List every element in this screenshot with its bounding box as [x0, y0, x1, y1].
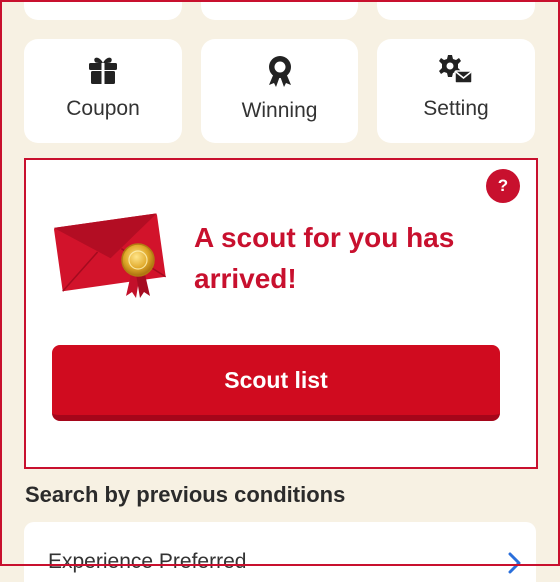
help-label: ? [497, 176, 509, 195]
winning-button[interactable]: Winning [201, 39, 358, 143]
menu-card-top-3[interactable] [377, 0, 535, 20]
help-button[interactable]: ? [486, 169, 520, 203]
scout-message: A scout for you has arrived! [194, 222, 455, 294]
setting-button[interactable]: Setting [377, 39, 535, 143]
condition-label: Experience Preferred [48, 550, 247, 573]
winning-label: Winning [241, 99, 318, 122]
gift-icon [87, 55, 119, 85]
red-envelope-seal-icon [52, 208, 172, 305]
scout-list-label: Scout list [224, 366, 328, 393]
settings-mail-icon [439, 55, 473, 85]
award-ribbon-icon [266, 55, 294, 87]
setting-label: Setting [423, 97, 489, 120]
coupon-label: Coupon [66, 97, 140, 120]
coupon-button[interactable]: Coupon [24, 39, 182, 143]
section-title: Search by previous conditions [25, 482, 346, 507]
menu-card-top-2[interactable] [201, 0, 358, 20]
menu-card-top-1[interactable] [24, 0, 182, 20]
condition-list-item[interactable]: Experience Preferred [24, 522, 536, 582]
scout-list-button[interactable]: Scout list [52, 345, 500, 421]
scout-card: ? A scout for you has arrived! Scout lis… [24, 158, 538, 469]
